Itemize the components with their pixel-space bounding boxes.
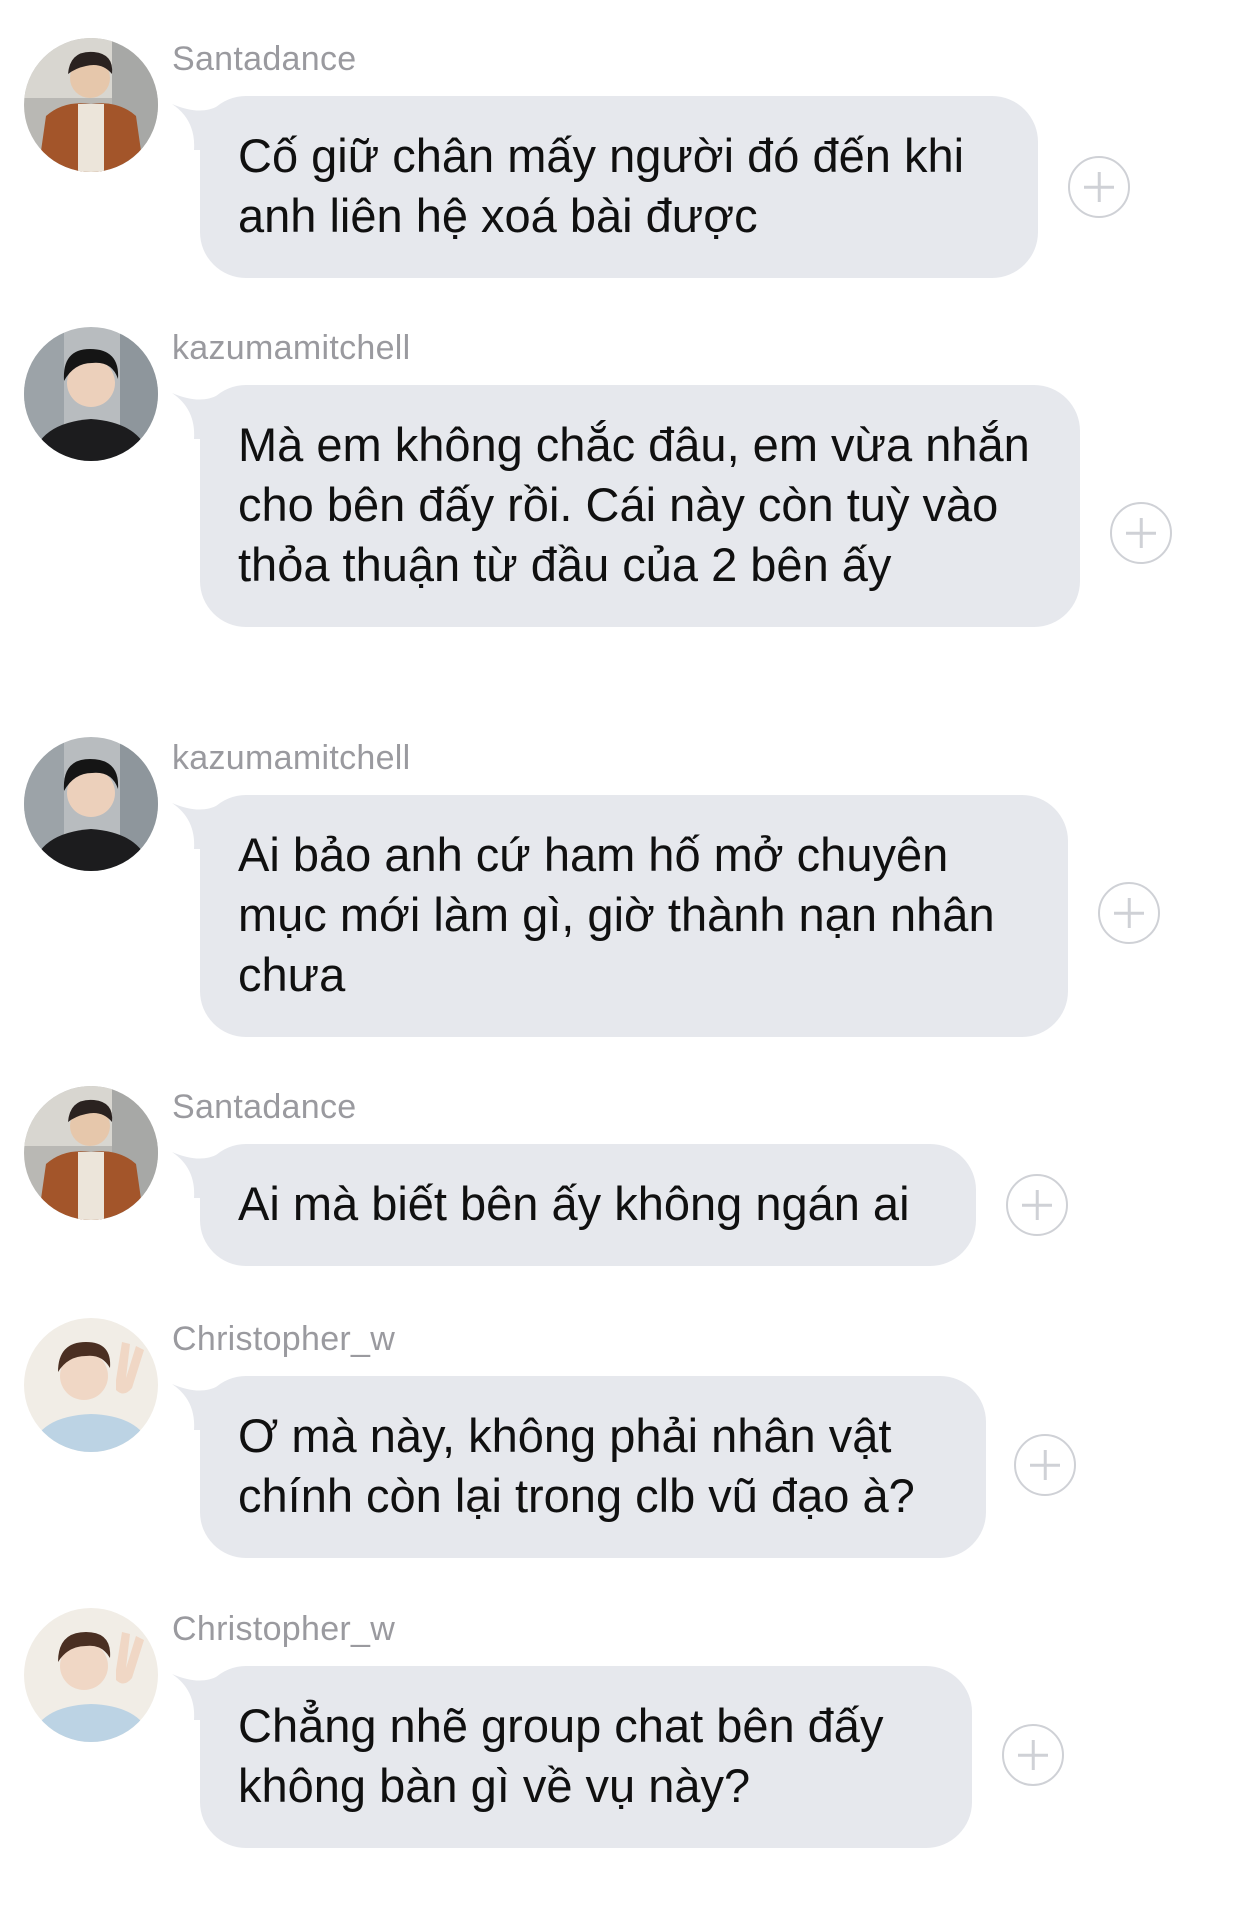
username[interactable]: kazumamitchell: [172, 739, 411, 778]
message-text: Cố giữ chân mấy người đó đến khi anh liê…: [238, 129, 965, 242]
avatar-christopher[interactable]: [24, 1318, 158, 1452]
add-reaction-icon[interactable]: [1006, 1174, 1068, 1236]
add-reaction-icon[interactable]: [1002, 1724, 1064, 1786]
message-bubble[interactable]: Chẳng nhẽ group chat bên đấy không bàn g…: [200, 1666, 972, 1848]
message-bubble[interactable]: Ai mà biết bên ấy không ngán ai: [200, 1144, 976, 1266]
username[interactable]: Christopher_w: [172, 1610, 395, 1649]
message-text: Chẳng nhẽ group chat bên đấy không bàn g…: [238, 1699, 884, 1812]
add-reaction-icon[interactable]: [1098, 882, 1160, 944]
add-reaction-icon[interactable]: [1110, 502, 1172, 564]
add-reaction-icon[interactable]: [1014, 1434, 1076, 1496]
username[interactable]: kazumamitchell: [172, 329, 411, 368]
message-bubble[interactable]: Cố giữ chân mấy người đó đến khi anh liê…: [200, 96, 1038, 278]
message-text: Ai bảo anh cứ ham hố mở chuyên mục mới l…: [238, 828, 995, 1001]
message-text: Mà em không chắc đâu, em vừa nhắn cho bê…: [238, 418, 1030, 591]
username[interactable]: Santadance: [172, 1088, 357, 1127]
add-reaction-icon[interactable]: [1068, 156, 1130, 218]
message-bubble[interactable]: Ai bảo anh cứ ham hố mở chuyên mục mới l…: [200, 795, 1068, 1037]
avatar-santadance[interactable]: [24, 38, 158, 172]
avatar-kazumamitchell[interactable]: [24, 737, 158, 871]
avatar-santadance[interactable]: [24, 1086, 158, 1220]
avatar-christopher[interactable]: [24, 1608, 158, 1742]
message-bubble[interactable]: Ơ mà này, không phải nhân vật chính còn …: [200, 1376, 986, 1558]
avatar-kazumamitchell[interactable]: [24, 327, 158, 461]
username[interactable]: Santadance: [172, 40, 357, 79]
message-bubble[interactable]: Mà em không chắc đâu, em vừa nhắn cho bê…: [200, 385, 1080, 627]
username[interactable]: Christopher_w: [172, 1320, 395, 1359]
message-text: Ơ mà này, không phải nhân vật chính còn …: [238, 1409, 915, 1522]
message-text: Ai mà biết bên ấy không ngán ai: [238, 1177, 910, 1230]
